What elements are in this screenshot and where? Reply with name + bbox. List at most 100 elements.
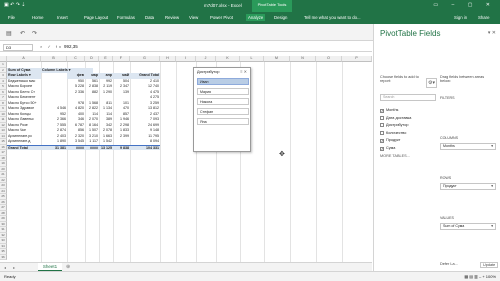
- formula-bar: D3 × ✓ fx 992,35: [0, 43, 372, 52]
- document-title: m7d07.xlsx - Excel: [204, 3, 242, 8]
- pivottable-fields-pane: PivotTable Fields ▾ ✕ Choose fields to a…: [373, 24, 500, 271]
- quick-access-toolbar[interactable]: ▣ ↶ ↷ ⇣: [4, 2, 25, 8]
- grid-line: [41, 62, 42, 262]
- field-checkbox[interactable]: Количество: [380, 130, 407, 135]
- field-checkbox[interactable]: ✓ Сума: [380, 146, 395, 151]
- field-search-input[interactable]: Search: [380, 94, 436, 101]
- name-box[interactable]: D3: [3, 44, 33, 51]
- slicer-item[interactable]: Никола: [197, 98, 249, 105]
- row-header[interactable]: 36: [0, 254, 7, 260]
- tab-design[interactable]: Design: [272, 14, 289, 21]
- grid-line: [160, 62, 161, 262]
- gear-icon[interactable]: ⚙▾: [426, 78, 437, 88]
- window-controls[interactable]: ▭ – ▢ ✕: [433, 2, 496, 8]
- tab-data[interactable]: Data: [143, 14, 156, 21]
- formula-input[interactable]: 992,35: [64, 44, 78, 49]
- tab-review[interactable]: Review: [163, 14, 181, 21]
- paste-icon[interactable]: ▤: [6, 30, 12, 37]
- column-header[interactable]: K: [216, 56, 240, 62]
- tab-power-pivot[interactable]: Power Pivot: [208, 14, 235, 21]
- column-header[interactable]: J: [196, 56, 216, 62]
- grand-total-cell[interactable]: ####: [85, 144, 99, 150]
- slicer-distributor[interactable]: Дистрибутор ≡ ✕ Иван Мария Никола Стефан…: [193, 67, 251, 152]
- area-field-dropdown[interactable]: Sum of Сума: [440, 223, 496, 230]
- tab-home[interactable]: Home: [30, 14, 45, 21]
- status-bar: Ready ▦ ▤ ▥ – + 100%: [0, 271, 500, 281]
- field-checkbox[interactable]: Дистрибутор: [380, 123, 408, 127]
- grand-total-cell[interactable]: 31 381: [41, 144, 67, 150]
- tab-insert[interactable]: Insert: [55, 14, 70, 21]
- redo-icon[interactable]: ↷: [32, 30, 37, 37]
- area-label: VALUES: [440, 216, 454, 220]
- grand-total-cell[interactable]: 9 838: [113, 144, 130, 150]
- field-checkbox[interactable]: Дата доставка: [380, 115, 411, 120]
- column-header[interactable]: P: [342, 56, 372, 62]
- field-checkbox[interactable]: ✓ Продукт: [380, 138, 400, 143]
- add-sheet-icon[interactable]: ⊕: [66, 264, 70, 270]
- column-header[interactable]: I: [176, 56, 196, 62]
- tab-analyze[interactable]: Analyze: [246, 14, 266, 21]
- slicer-clear-filter-icon[interactable]: ≡ ✕: [240, 69, 247, 74]
- grand-total-cell[interactable]: 104 331: [130, 144, 160, 150]
- column-header[interactable]: H: [160, 56, 176, 62]
- column-header[interactable]: G: [130, 56, 160, 62]
- slicer-item[interactable]: Мария: [197, 88, 249, 95]
- slicer-item[interactable]: Стефан: [197, 108, 249, 115]
- area-field-dropdown[interactable]: Months: [440, 143, 496, 150]
- more-tables-link[interactable]: MORE TABLES...: [380, 154, 410, 158]
- sheet-nav-arrows[interactable]: ◂ ▸: [4, 265, 18, 270]
- formula-buttons[interactable]: × ✓ fx: [40, 44, 63, 49]
- column-header[interactable]: N: [290, 56, 316, 62]
- area-label: ROWS: [440, 176, 452, 180]
- zoom-controls[interactable]: ▦ ▤ ▥ – + 100%: [464, 274, 496, 279]
- pane-close-icon[interactable]: ▾ ✕: [488, 30, 496, 36]
- checkbox-icon[interactable]: ✓: [380, 109, 384, 113]
- grid-line: [316, 62, 317, 262]
- slicer-item[interactable]: Иван: [197, 78, 249, 85]
- worksheet-grid[interactable]: A B C D E F G H I J K L M N O P 12345678…: [0, 56, 372, 262]
- column-header[interactable]: A: [7, 56, 41, 62]
- sign-in-link[interactable]: Sign in: [452, 14, 469, 21]
- column-header[interactable]: B: [41, 56, 67, 62]
- grid-line: [290, 62, 291, 262]
- tell-me-box[interactable]: Tell me what you want to do...: [302, 14, 363, 21]
- column-header[interactable]: E: [99, 56, 113, 62]
- choose-fields-label: Choose fields to add to report:: [380, 75, 419, 83]
- share-button[interactable]: Share: [476, 14, 491, 21]
- column-header[interactable]: F: [113, 56, 130, 62]
- grid-line: [176, 62, 177, 262]
- ribbon-tabs: File Home Insert Page Layout Formulas Da…: [0, 12, 500, 24]
- status-text: Ready: [4, 274, 16, 279]
- column-header[interactable]: C: [67, 56, 85, 62]
- area-label: FILTERS: [440, 96, 455, 100]
- checkbox-icon[interactable]: ✓: [380, 139, 384, 143]
- slicer-item[interactable]: Яна: [197, 118, 249, 125]
- column-header[interactable]: L: [240, 56, 264, 62]
- field-name: Сума: [386, 145, 396, 150]
- checkbox-icon[interactable]: [380, 115, 384, 120]
- checkbox-icon[interactable]: [380, 130, 384, 135]
- column-header[interactable]: O: [316, 56, 342, 62]
- checkbox-icon[interactable]: [380, 123, 384, 127]
- field-name: Количество: [386, 130, 407, 135]
- grand-total-cell[interactable]: Grand Total: [7, 144, 41, 150]
- update-button[interactable]: Update: [480, 262, 499, 268]
- grand-total-cell[interactable]: ####: [67, 144, 85, 150]
- tab-view[interactable]: View: [187, 14, 200, 21]
- tab-formulas[interactable]: Formulas: [115, 14, 137, 21]
- field-checkbox[interactable]: ✓ Months: [380, 108, 398, 113]
- area-label: COLUMNS: [440, 136, 458, 140]
- column-header[interactable]: D: [85, 56, 99, 62]
- tab-page-layout[interactable]: Page Layout: [82, 14, 110, 21]
- grid-line: [342, 62, 343, 262]
- grand-total-cell[interactable]: 13 125: [99, 144, 113, 150]
- drag-fields-label: Drag fields between areas below:: [440, 75, 485, 83]
- undo-icon[interactable]: ↶: [20, 30, 25, 37]
- sheet-tab-bar: ◂ ▸ Sheet1 ⊕: [0, 262, 372, 272]
- tab-file[interactable]: File: [6, 14, 17, 21]
- defer-layout-checkbox[interactable]: Defer La...: [440, 262, 458, 266]
- column-header[interactable]: M: [264, 56, 290, 62]
- checkbox-icon[interactable]: ✓: [380, 146, 384, 151]
- area-field-dropdown[interactable]: Продукт: [440, 183, 496, 190]
- title-bar: ▣ ↶ ↷ ⇣ m7d07.xlsx - Excel PivotTable To…: [0, 0, 500, 12]
